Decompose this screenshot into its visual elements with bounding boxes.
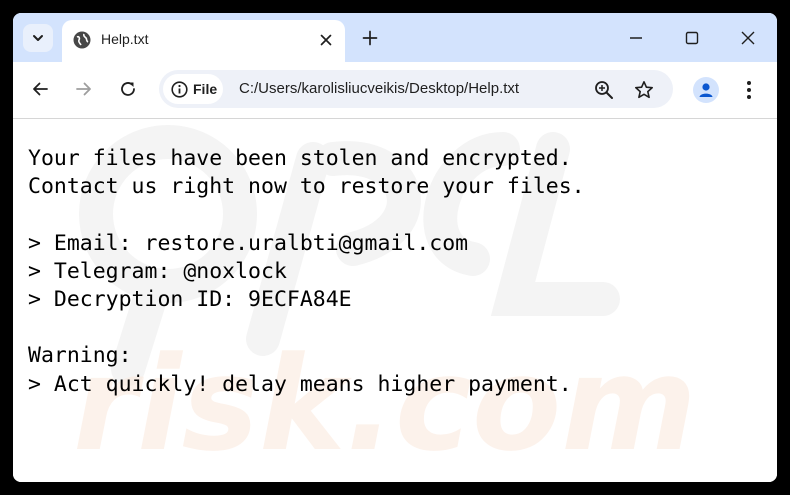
close-icon	[320, 34, 332, 46]
star-icon	[635, 81, 653, 99]
forward-button[interactable]	[71, 76, 97, 102]
back-button[interactable]	[27, 76, 53, 102]
more-vert-icon	[747, 81, 751, 99]
doc-line: Contact us right now to restore your fil…	[28, 174, 585, 200]
avatar-icon	[699, 83, 713, 97]
reload-button[interactable]	[115, 76, 141, 102]
maximize-icon	[685, 31, 699, 45]
doc-line: > Telegram: @noxlock	[28, 258, 287, 284]
tab-close-button[interactable]	[316, 30, 336, 50]
maximize-button[interactable]	[680, 26, 704, 50]
doc-line: > Decryption ID: 9ECFA84E	[28, 287, 352, 313]
doc-line: > Act quickly! delay means higher paymen…	[28, 371, 572, 397]
tab-search-button[interactable]	[23, 24, 53, 52]
doc-line: > Email: restore.uralbti@gmail.com	[28, 230, 469, 256]
page-content: risk.com Your files have been stolen and…	[13, 119, 777, 482]
minimize-button[interactable]	[624, 26, 648, 50]
menu-button[interactable]	[739, 77, 759, 103]
reload-icon	[121, 82, 135, 96]
tab-title: Help.txt	[101, 31, 149, 47]
bookmark-button[interactable]	[633, 79, 655, 101]
doc-line: Your files have been stolen and encrypte…	[28, 146, 572, 171]
close-window-button[interactable]	[736, 26, 760, 50]
address-bar[interactable]: File C:/Users/karolisliucveikis/Desktop/…	[159, 70, 673, 108]
url-text[interactable]: C:/Users/karolisliucveikis/Desktop/Help.…	[239, 80, 519, 97]
document-text: Your files have been stolen and encrypte…	[28, 145, 585, 399]
globe-icon	[73, 31, 91, 49]
back-arrow-icon	[33, 82, 48, 96]
doc-line: Warning:	[28, 343, 132, 369]
chevron-down-icon	[33, 35, 43, 41]
forward-arrow-icon	[76, 82, 91, 96]
browser-window: Help.txt File C:/Users/karolisliucveikis…	[13, 13, 777, 482]
profile-button[interactable]	[693, 77, 719, 103]
toolbar: File C:/Users/karolisliucveikis/Desktop/…	[13, 62, 777, 119]
plus-icon	[362, 30, 378, 46]
security-chip-label: File	[193, 81, 218, 97]
info-icon	[171, 81, 188, 98]
minimize-icon	[630, 37, 642, 39]
tab-strip: Help.txt	[13, 13, 777, 62]
zoom-icon	[595, 81, 613, 99]
new-tab-button[interactable]	[359, 27, 381, 49]
close-icon	[741, 31, 755, 45]
site-info-chip[interactable]: File	[163, 74, 223, 104]
zoom-button[interactable]	[593, 79, 615, 101]
tab-active[interactable]: Help.txt	[62, 20, 345, 62]
